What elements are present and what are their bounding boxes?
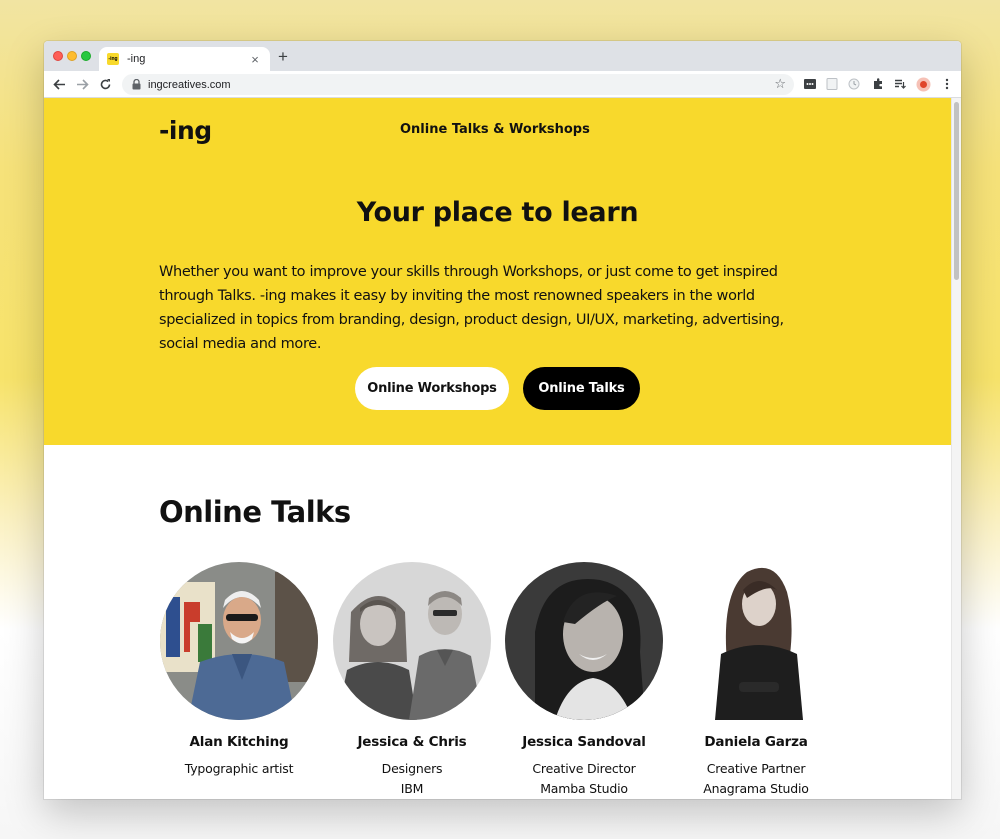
extension-chat-icon[interactable]: [802, 76, 818, 92]
speaker-role: Typographic artist: [184, 761, 294, 776]
hero-description: Whether you want to improve your skills …: [159, 264, 784, 352]
speaker-role: Creative Director: [532, 761, 636, 776]
back-arrow-icon[interactable]: [50, 75, 68, 93]
speaker-name: Jessica Sandoval: [522, 734, 646, 750]
extension-page-icon[interactable]: [824, 76, 840, 92]
page-viewport: -ing Online Talks & Workshops Your place…: [44, 98, 951, 799]
extensions-puzzle-icon[interactable]: [870, 76, 886, 92]
speaker-photo: [677, 562, 835, 720]
speaker-card[interactable]: Alan Kitching Typographic artist: [159, 562, 319, 779]
url-text: ingcreatives.com: [148, 78, 231, 91]
favicon-icon: -ing: [107, 53, 119, 65]
hero-title: Your place to learn: [356, 197, 639, 228]
speaker-photo: [333, 562, 491, 720]
reading-list-icon[interactable]: [892, 76, 908, 92]
speaker-card[interactable]: Jessica & Chris Designers IBM: [332, 562, 492, 799]
speaker-name: Jessica & Chris: [357, 734, 467, 750]
speaker-card[interactable]: Daniela Garza Creative Partner Anagrama …: [676, 562, 836, 799]
minimize-window-button[interactable]: [67, 51, 77, 61]
scrollbar-thumb[interactable]: [954, 102, 959, 280]
extension-timer-icon[interactable]: [846, 76, 862, 92]
browser-window: -ing -ing × + ingcreatives.com ☆ -ing On…: [44, 41, 961, 799]
speaker-card[interactable]: Jessica Sandoval Creative Director Mamba…: [504, 562, 664, 799]
address-bar[interactable]: ingcreatives.com ☆: [122, 74, 794, 95]
online-talks-heading: Online Talks: [159, 495, 351, 529]
new-tab-button[interactable]: +: [278, 47, 288, 67]
speaker-name: Daniela Garza: [704, 734, 808, 750]
speaker-company: Mamba Studio: [540, 781, 628, 796]
browser-menu-icon[interactable]: [939, 76, 955, 92]
online-talks-button[interactable]: Online Talks: [523, 367, 640, 410]
profile-avatar-icon[interactable]: [915, 76, 931, 92]
browser-toolbar: ingcreatives.com ☆: [44, 71, 961, 98]
close-tab-icon[interactable]: ×: [248, 52, 262, 67]
online-workshops-button[interactable]: Online Workshops: [355, 367, 509, 410]
lock-icon: [130, 79, 142, 91]
site-logo[interactable]: -ing: [159, 116, 212, 145]
speaker-name: Alan Kitching: [189, 734, 289, 750]
speaker-photo: [505, 562, 663, 720]
speaker-role: Creative Partner: [706, 761, 806, 776]
close-window-button[interactable]: [53, 51, 63, 61]
speaker-role: Designers: [381, 761, 443, 776]
tab-strip: -ing -ing × +: [44, 41, 961, 71]
bookmark-star-icon[interactable]: ☆: [774, 77, 786, 92]
reload-icon[interactable]: [96, 75, 114, 93]
browser-tab[interactable]: -ing -ing ×: [99, 47, 270, 71]
nav-link-talks-workshops[interactable]: Online Talks & Workshops: [400, 122, 590, 137]
speaker-company: Anagrama Studio: [703, 781, 809, 796]
page-scrollbar[interactable]: [951, 98, 961, 799]
hero-section: -ing Online Talks & Workshops Your place…: [44, 98, 951, 445]
maximize-window-button[interactable]: [81, 51, 91, 61]
speaker-photo: [160, 562, 318, 720]
tab-title: -ing: [127, 53, 146, 65]
speaker-company: IBM: [400, 781, 424, 796]
forward-arrow-icon[interactable]: [73, 75, 91, 93]
